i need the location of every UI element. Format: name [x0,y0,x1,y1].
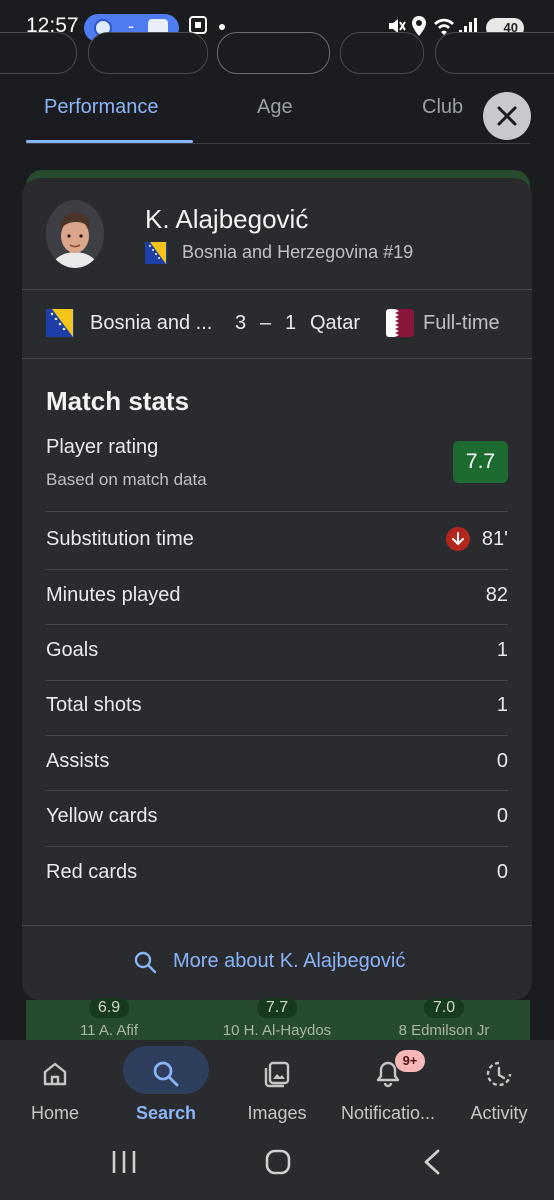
lineup-name: 11 A. Afif [79,1022,139,1039]
home-icon [33,1052,77,1096]
stat-row-substitution-time: Substitution time 81' [46,514,508,568]
stat-value: 1 [496,639,508,661]
score-separator: – [260,312,272,334]
background-filter-chips [0,32,554,74]
filter-chip[interactable] [217,32,330,74]
stat-label: Total shots [46,694,142,716]
close-button[interactable] [483,92,531,140]
lineup-name: 8 Edmilson Jr [398,1022,490,1039]
home-team-name: Bosnia and ... [90,312,213,334]
lineup-rating: 7.0 [424,998,464,1018]
stat-label: Yellow cards [46,805,158,827]
away-score: 1 [285,312,297,334]
player-stats-card: K. Alajbegović Bosnia and Herzegovina #1… [22,178,532,1000]
back-icon[interactable] [420,1148,444,1181]
nav-home[interactable]: Home [0,1040,110,1135]
lineup-player[interactable]: 7.0 8 Edmilson Jr [364,998,524,1040]
bottom-navigation: Home Search Images 9+ Notificatio... Act… [0,1040,554,1135]
stats-tabs: Performance Age Club [0,80,554,144]
stat-row-total-shots: Total shots 1 [46,680,508,734]
stat-label: Minutes played [46,584,181,606]
images-icon [255,1052,299,1096]
more-about-label: More about K. Alajbegović [173,950,406,972]
home-score: 3 [235,312,247,334]
stat-value: 0 [496,861,508,883]
stat-row-goals: Goals 1 [46,625,508,679]
stat-value: 0 [496,750,508,772]
divider [22,358,532,359]
tab-age[interactable]: Age [257,96,293,119]
lineup-strip: 6.9 11 A. Afif 7.7 10 H. Al-Haydos 7.0 8… [26,998,530,1040]
away-team-name: Qatar [310,312,361,334]
player-rating-label: Player rating [46,436,159,458]
stat-value: 81' [481,528,508,550]
qatar-flag-icon [386,309,414,337]
tab-performance[interactable]: Performance [44,96,159,119]
close-icon [497,106,517,126]
lineup-name: 10 H. Al-Haydos [222,1022,332,1039]
filter-chip[interactable] [0,32,77,74]
lineup-player[interactable]: 7.7 10 H. Al-Haydos [197,998,357,1040]
tab-club[interactable]: Club [422,96,463,119]
tabs-divider [26,143,530,144]
stat-row-red-cards: Red cards 0 [46,847,508,901]
home-button-icon[interactable] [264,1148,292,1181]
section-title: Match stats [46,386,190,416]
stat-label: Red cards [46,861,138,883]
recent-apps-icon[interactable] [110,1149,138,1180]
stat-label: Assists [46,750,110,772]
player-avatar [46,200,104,268]
filter-chip[interactable] [435,32,554,74]
filter-chip[interactable] [88,32,208,74]
match-summary-row[interactable]: Bosnia and ... 3 – 1 Qatar Full-time [22,290,532,358]
nav-search[interactable]: Search [111,1040,221,1135]
nav-label: Activity [470,1103,528,1123]
stat-label: Goals [46,639,99,661]
nav-notifications[interactable]: 9+ Notificatio... [333,1040,443,1135]
stat-label: Substitution time [46,528,194,550]
lineup-rating: 6.9 [89,998,129,1018]
substituted-off-arrow-icon [446,527,470,551]
bosnia-flag-icon [46,309,74,337]
match-status: Full-time [423,312,500,334]
divider [46,511,508,512]
activity-icon [477,1052,521,1096]
player-rating-badge: 7.7 [453,441,508,483]
stat-row-minutes-played: Minutes played 82 [46,570,508,624]
stat-value: 1 [496,694,508,716]
notification-count-badge: 9+ [395,1050,425,1072]
active-tab-indicator [26,140,193,143]
nav-activity[interactable]: Activity [444,1040,554,1135]
stat-row-assists: Assists 0 [46,736,508,790]
more-about-player-link[interactable]: More about K. Alajbegović [22,926,532,1000]
dot-icon [219,24,225,30]
search-icon [133,950,157,979]
stat-value: 0 [496,805,508,827]
filter-chip[interactable] [340,32,424,74]
lineup-player[interactable]: 6.9 11 A. Afif [29,998,189,1040]
system-navigation-bar [0,1135,554,1200]
stat-value: 82 [485,584,508,606]
player-team-number: Bosnia and Herzegovina #19 [182,242,414,262]
stat-row-yellow-cards: Yellow cards 0 [46,791,508,845]
nav-images[interactable]: Images [222,1040,332,1135]
search-icon [144,1052,188,1096]
player-rating-subtext: Based on match data [46,470,207,489]
player-name: K. Alajbegović [145,204,309,234]
lineup-rating: 7.7 [257,998,297,1018]
bosnia-flag-icon [145,242,167,264]
